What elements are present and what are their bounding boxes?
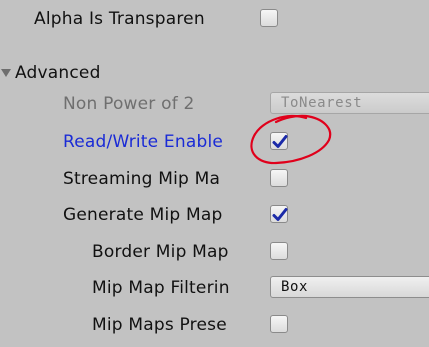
- read-write-enabled-checkbox[interactable]: [270, 132, 288, 150]
- advanced-foldout[interactable]: Advanced: [0, 57, 429, 87]
- border-mip-maps-checkbox[interactable]: [270, 242, 288, 260]
- border-mip-maps-row: Border Mip Map: [0, 236, 429, 266]
- triangle-down-icon[interactable]: [1, 69, 11, 77]
- generate-mip-maps-label: Generate Mip Map: [63, 205, 223, 225]
- streaming-mip-maps-checkbox[interactable]: [270, 169, 288, 187]
- mip-maps-preserve-coverage-checkbox[interactable]: [270, 315, 288, 333]
- mip-maps-preserve-coverage-row: Mip Maps Prese: [0, 309, 429, 339]
- alpha-is-transparency-row: Alpha Is Transparen: [0, 3, 429, 33]
- advanced-foldout-label: Advanced: [15, 63, 101, 83]
- checkmark-icon: [272, 208, 288, 221]
- generate-mip-maps-checkbox[interactable]: [270, 205, 288, 223]
- read-write-enabled-label: Read/Write Enable: [63, 132, 224, 152]
- alpha-is-transparency-label: Alpha Is Transparen: [34, 9, 205, 29]
- streaming-mip-maps-label: Streaming Mip Ma: [63, 169, 221, 189]
- read-write-enabled-row: Read/Write Enable: [0, 126, 429, 156]
- generate-mip-maps-row: Generate Mip Map: [0, 199, 429, 229]
- non-power-of-2-row: Non Power of 2 ToNearest: [0, 88, 429, 118]
- checkmark-icon: [272, 135, 288, 148]
- non-power-of-2-label: Non Power of 2: [63, 94, 195, 114]
- streaming-mip-maps-row: Streaming Mip Ma: [0, 163, 429, 193]
- border-mip-maps-label: Border Mip Map: [92, 242, 229, 262]
- mip-maps-preserve-coverage-label: Mip Maps Prese: [92, 315, 227, 335]
- mip-map-filtering-row: Mip Map Filterin Box: [0, 272, 429, 302]
- mip-map-filtering-dropdown[interactable]: Box: [270, 276, 429, 298]
- non-power-of-2-dropdown[interactable]: ToNearest: [270, 92, 429, 114]
- alpha-is-transparency-checkbox[interactable]: [260, 9, 278, 27]
- mip-map-filtering-label: Mip Map Filterin: [92, 278, 230, 298]
